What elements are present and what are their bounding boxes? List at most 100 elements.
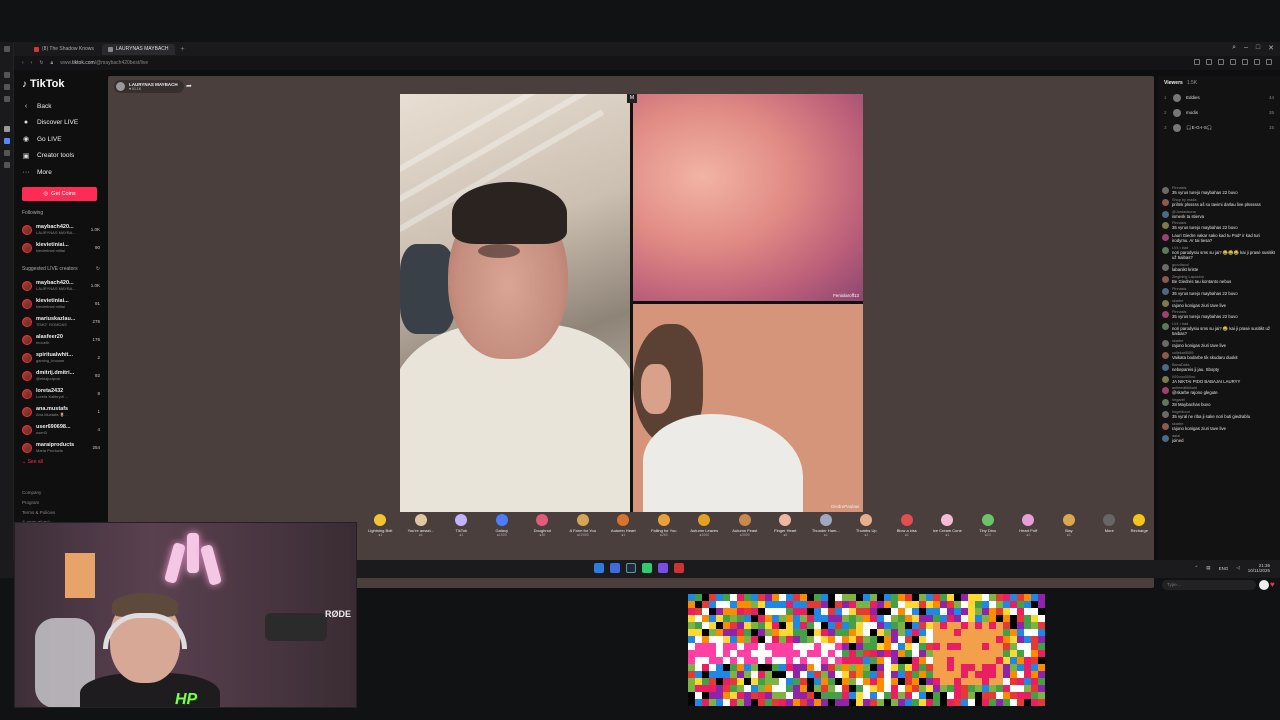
nav-item-go-live[interactable]: ◉ Go LIVE [22, 131, 100, 148]
menu-icon[interactable] [4, 46, 10, 52]
notes-icon[interactable] [4, 96, 10, 102]
nav-item-back[interactable]: ‹ Back [22, 98, 100, 115]
refresh-icon[interactable]: ↻ [96, 266, 100, 272]
avatar[interactable] [1162, 275, 1169, 283]
avatar[interactable] [1162, 434, 1169, 442]
nav-item-creator-tools[interactable]: ▣ Creator tools [22, 148, 100, 165]
share-icon[interactable]: ➦ [186, 82, 192, 90]
opera-icon[interactable] [674, 563, 684, 573]
gift-item[interactable]: Autumn Leaves ●1000 [684, 514, 725, 546]
avatar[interactable] [1162, 187, 1169, 194]
avatar[interactable] [1162, 422, 1169, 430]
creator-item[interactable]: kievietiniai... kievietiniai miltai 91 [22, 295, 100, 313]
messenger-icon[interactable] [4, 138, 10, 144]
gift-item[interactable]: More [1089, 514, 1130, 546]
viewers-header[interactable]: Viewers 1.5K [1158, 76, 1280, 90]
gift-item[interactable]: A Farm for You ●12000 [563, 514, 604, 546]
gift-item[interactable]: TikTok ●1 [441, 514, 482, 546]
profile-icon[interactable] [1266, 59, 1272, 65]
extension-icon[interactable] [4, 162, 10, 168]
see-all-link[interactable]: ⌄ See all [22, 459, 100, 465]
gift-item[interactable]: Blow a kiss ●1 [887, 514, 928, 546]
close-icon[interactable]: ✕ [1268, 44, 1274, 52]
url-field[interactable]: www.tiktok.com/@maybach420best/live [60, 60, 148, 66]
steam-icon[interactable] [626, 563, 636, 573]
video-player[interactable]: Fenixlaroff13 GiedrePaulaw M [400, 94, 863, 512]
top-viewer-row[interactable]: 1 Eddies 44 [1158, 90, 1280, 105]
reload-icon[interactable]: ↻ [39, 60, 43, 66]
minimize-icon[interactable]: – [1244, 44, 1248, 52]
creator-item[interactable]: mariuskazlau... "EMO" ROMOAS 276 [22, 313, 100, 331]
avatar[interactable] [1162, 264, 1169, 272]
creator-item[interactable]: ana.mustafs Ana Mustafa 🌷... 1 [22, 403, 100, 421]
avatar[interactable] [1162, 351, 1169, 359]
app-icon[interactable] [642, 563, 652, 573]
footer-company[interactable]: Company [22, 488, 55, 498]
gift-item[interactable]: Slay ●1 [1049, 514, 1090, 546]
gift-item[interactable]: Thunder Ham... ●1 [806, 514, 847, 546]
emoji-icon[interactable] [1259, 580, 1269, 590]
gift-item[interactable]: You're amazi... ●1 [401, 514, 442, 546]
x-icon[interactable] [4, 150, 10, 156]
host-info[interactable]: LAURYNAS MAYBACH ♥ 51.1K [114, 80, 184, 93]
avatar[interactable] [1162, 287, 1169, 295]
gift-item[interactable]: Finger Heart ●5 [765, 514, 806, 546]
creator-item[interactable]: dmitrij.dmitri... @ekiajudpvar 92 [22, 367, 100, 385]
bookmark-star-icon[interactable] [1194, 59, 1200, 65]
language-indicator[interactable]: ENG [1219, 566, 1229, 571]
creator-item[interactable]: maybach420... LAURYNAS MAYBA... 1.0K [22, 277, 100, 295]
start-icon[interactable] [594, 563, 604, 573]
download-icon[interactable] [1254, 59, 1260, 65]
volume-icon[interactable]: ◁ [1236, 565, 1239, 571]
avatar[interactable] [1162, 299, 1169, 307]
creator-item[interactable]: alasfeer20 mooeth 176 [22, 331, 100, 349]
footer-program[interactable]: Program [22, 498, 55, 508]
creator-item[interactable]: spiritualwhit... gaming_imoose 2 [22, 349, 100, 367]
explorer-icon[interactable] [610, 563, 620, 573]
tab-shadow-knows[interactable]: (8) The Shadow Knows [28, 44, 100, 55]
chat-input[interactable]: Type... [1162, 580, 1256, 590]
bookmark-icon[interactable] [4, 84, 10, 90]
tab-tiktok-live[interactable]: LAURYNAS MAYBACH [101, 43, 175, 55]
top-viewer-row[interactable]: 2 modis 35 [1158, 105, 1280, 120]
creator-item[interactable]: kievietiniai... kievietiniai miltai 90 [22, 239, 100, 257]
gift-item[interactable]: Autumn Heart ●1 [603, 514, 644, 546]
gift-item[interactable]: Doughnut ●30 [522, 514, 563, 546]
clock[interactable]: 21:36 10/11/2025 [1248, 563, 1270, 573]
gift-item[interactable]: Lightning Bolt ●1 [360, 514, 401, 546]
gift-item[interactable]: Thumbs Up ●1 [846, 514, 887, 546]
avatar[interactable] [1162, 375, 1169, 383]
avatar[interactable] [1162, 387, 1169, 395]
mute-button[interactable]: M [627, 94, 637, 103]
creator-item[interactable]: maraiproducts Maria Products 254 [22, 439, 100, 457]
back-icon[interactable]: ‹ [22, 60, 24, 66]
avatar[interactable] [1162, 210, 1169, 218]
play-icon[interactable] [1230, 59, 1236, 65]
search-icon[interactable]: ⌕ [1232, 44, 1236, 52]
history-icon[interactable] [4, 72, 10, 78]
avatar[interactable] [1162, 311, 1169, 319]
avatar[interactable] [1162, 222, 1169, 230]
tiktok-icon[interactable] [4, 126, 10, 132]
heart-icon[interactable] [1242, 59, 1248, 65]
avatar[interactable] [1162, 363, 1169, 371]
avatar[interactable] [1162, 323, 1169, 331]
wifi-icon[interactable]: ▤ [1206, 565, 1210, 571]
footer-terms[interactable]: Terms & Policies [22, 508, 55, 518]
shield-icon[interactable] [1218, 59, 1224, 65]
forward-icon[interactable]: › [31, 60, 33, 66]
gift-item[interactable]: Tiny Dino ●10 [968, 514, 1009, 546]
recharge-button[interactable]: Recharge [1131, 514, 1148, 533]
avatar[interactable] [1162, 234, 1169, 242]
get-coins-button[interactable]: ◎ Get Coins [22, 186, 97, 201]
nav-item-discover-live[interactable]: ● Discover LIVE [22, 115, 100, 132]
gift-item[interactable]: Galaxy ●1000 [482, 514, 523, 546]
nav-item-more[interactable]: ··· More [22, 164, 100, 181]
gift-item[interactable]: Ice Cream Cone ●1 [927, 514, 968, 546]
gift-item[interactable]: Autumn Feast ●3000 [725, 514, 766, 546]
discord-icon[interactable] [658, 563, 668, 573]
new-tab-button[interactable]: + [177, 46, 189, 53]
maximize-icon[interactable]: □ [1256, 44, 1260, 52]
gift-item[interactable]: Falling for You ●260 [644, 514, 685, 546]
creator-item[interactable]: loreta2432 Loreta Kalibrydi ... 8 [22, 385, 100, 403]
